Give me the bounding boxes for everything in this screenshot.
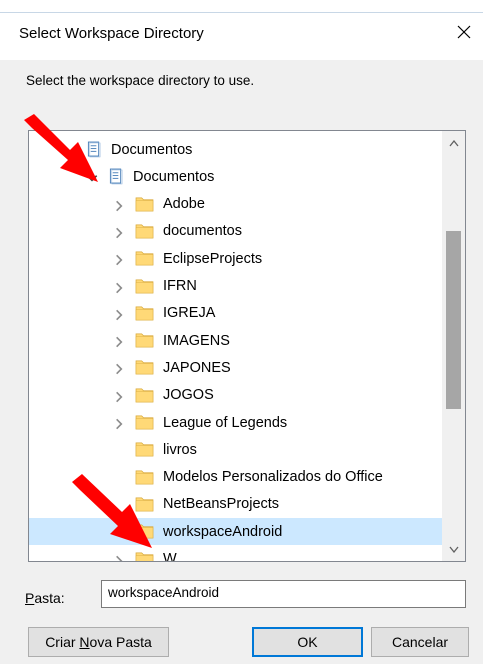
tree-item-label: JOGOS [163,387,214,404]
chevron-right-icon [116,418,123,430]
tree-folder-item[interactable]: IFRN [29,273,442,300]
new-folder-pre: Criar [45,634,80,650]
folder-name-input[interactable]: workspaceAndroid [101,580,466,608]
tree-item-label: Adobe [163,196,205,213]
chevron-right-icon [116,282,123,293]
tree-folder-item[interactable]: workspaceAndroid [29,518,442,546]
tree-item-label: documentos [163,223,242,240]
folder-icon [135,470,154,485]
folder-icon [135,360,154,375]
new-folder-post: ova Pasta [89,634,152,650]
ok-button[interactable]: OK [252,627,363,657]
dialog-title: Select Workspace Directory [19,25,204,42]
folder-field-label: Pasta: [25,590,65,606]
folder-icon [135,497,154,512]
folder-icon [135,251,154,266]
chevron-right-icon [116,254,123,266]
chevron-down-icon [448,546,459,553]
vertical-scrollbar[interactable] [442,131,465,561]
tree-item-label: Documentos [133,168,215,185]
folder-icon [135,388,154,403]
new-folder-accel: N [79,634,90,650]
select-workspace-dialog: Select Workspace Directory Select the wo… [0,0,483,664]
scroll-thumb[interactable] [446,231,461,409]
folder-icon [135,224,154,239]
tree-folder-item[interactable]: NetBeansProjects [29,491,442,518]
tree-item-label: League of Legends [163,414,288,431]
cancel-button[interactable]: Cancelar [371,627,469,657]
tree-item-label: W [163,551,177,562]
tree-folder-item[interactable]: IMAGENS [29,327,442,354]
folder-icon [135,524,154,539]
folder-icon [135,306,154,321]
chevron-right-icon [116,309,123,321]
tree-folder-item[interactable]: W [29,546,442,562]
tree-folder-item[interactable]: livros [29,436,442,463]
tree-item-label: NetBeansProjects [163,496,280,513]
chevron-right-icon [116,391,123,402]
tree-folder-item[interactable]: EclipseProjects [29,245,442,272]
folder-label-rest: asta: [34,590,65,606]
tree-folder-item[interactable]: documentos [29,218,442,245]
chevron-right-icon [116,227,123,239]
new-folder-button[interactable]: Criar Nova Pasta [28,627,169,657]
instruction-text: Select the workspace directory to use. [26,73,255,88]
tree-item-label: JAPONES [163,359,231,376]
chevron-right-icon [116,555,123,561]
chevron-right-icon [116,364,123,375]
tree-item-documentos-library[interactable]: Documentos [29,163,442,190]
tree-item-label: IGREJA [163,305,216,322]
documents-library-icon [109,168,123,185]
tree-folder-item[interactable]: JAPONES [29,354,442,381]
folder-label-accel: P [25,590,35,606]
tree-item-label: workspaceAndroid [163,523,283,540]
tree-item-label: Modelos Personalizados do Office [163,469,383,486]
tree-folder-item[interactable]: League of Legends [29,409,442,436]
tree-item-label: IFRN [163,278,197,294]
scroll-up-button[interactable] [442,133,465,153]
tree-item-label: livros [163,441,197,458]
folder-icon [135,279,154,293]
documents-library-icon [87,141,101,158]
tree-folder-item[interactable]: IGREJA [29,300,442,327]
tree-folder-item[interactable]: JOGOS [29,382,442,409]
chevron-up-icon [448,139,459,146]
folder-tree[interactable]: Documentos Documentos Adobe documentos Eclip… [28,130,466,562]
window-top-border [0,12,483,13]
close-button[interactable] [449,18,479,46]
chevron-down-icon [86,175,98,182]
close-icon [457,25,471,39]
folder-icon [135,552,154,561]
scroll-down-button[interactable] [442,539,465,559]
folder-icon [135,197,154,212]
tree-folder-item[interactable]: Adobe [29,191,442,218]
folder-icon [135,333,154,348]
chevron-right-icon [116,200,123,211]
tree-item-label: IMAGENS [163,332,230,349]
tree-folder-item[interactable]: Modelos Personalizados do Office [29,464,442,491]
chevron-right-icon [116,336,123,348]
folder-icon [135,442,154,457]
tree-root-documentos[interactable]: Documentos [29,136,442,163]
tree-item-label: EclipseProjects [163,250,263,267]
tree-item-label: Documentos [111,141,193,158]
folder-icon [135,415,154,430]
